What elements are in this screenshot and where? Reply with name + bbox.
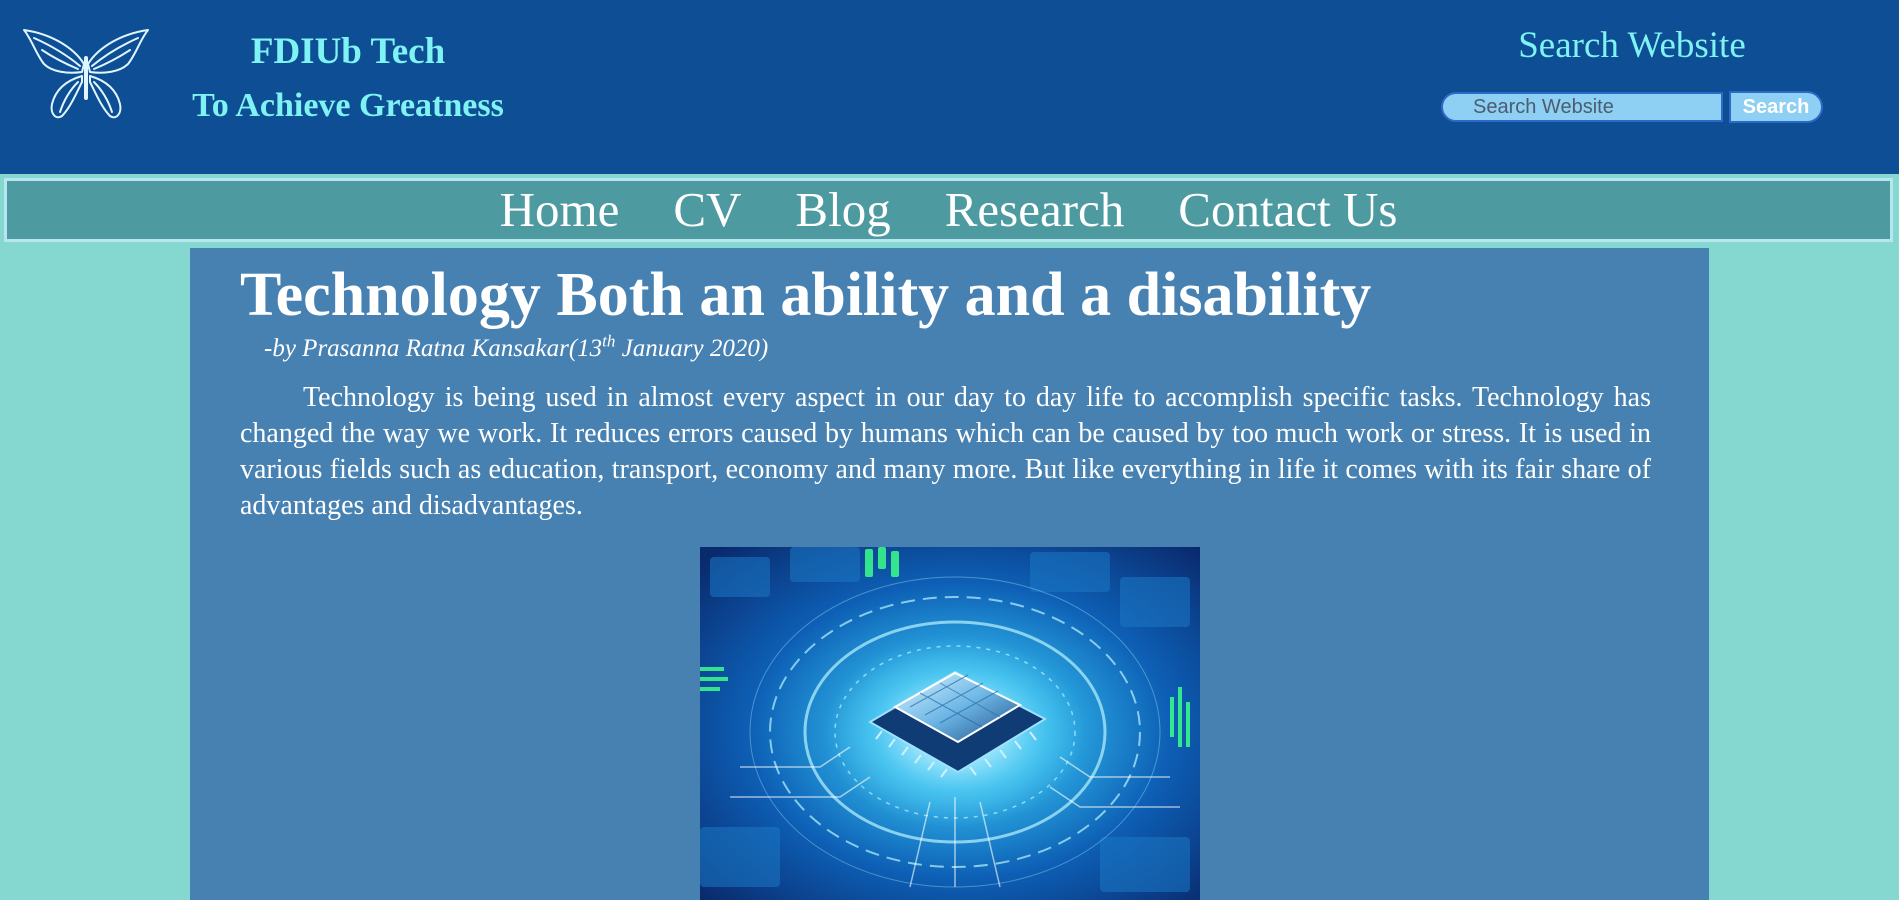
- search-button[interactable]: Search: [1729, 91, 1823, 123]
- nav-item-home[interactable]: Home: [500, 182, 620, 238]
- article-container: Technology Both an ability and a disabil…: [190, 248, 1709, 900]
- nav-item-cv[interactable]: CV: [673, 182, 741, 238]
- site-header: FDIUb Tech To Achieve Greatness Search W…: [0, 0, 1899, 174]
- butterfly-icon: [23, 29, 149, 119]
- search-heading: Search Website: [1518, 25, 1746, 66]
- main-nav: Home CV Blog Research Contact Us: [4, 178, 1893, 242]
- byline-superscript: th: [602, 331, 616, 351]
- article-byline: -by Prasanna Ratna Kansakar(13th January…: [264, 333, 768, 365]
- byline-prefix: -by Prasanna Ratna Kansakar(13: [264, 335, 603, 362]
- nav-item-research[interactable]: Research: [945, 182, 1125, 238]
- microchip-image: [700, 547, 1200, 900]
- article-body: Technology is being used in almost every…: [240, 382, 1651, 521]
- site-tagline: To Achieve Greatness: [192, 87, 504, 124]
- nav-item-blog[interactable]: Blog: [795, 182, 890, 238]
- byline-suffix: January 2020): [615, 335, 769, 362]
- site-title: FDIUb Tech: [250, 31, 446, 72]
- page: FDIUb Tech To Achieve Greatness Search W…: [0, 0, 1899, 900]
- search-input[interactable]: [1441, 92, 1723, 122]
- nav-item-contact-us[interactable]: Contact Us: [1178, 182, 1397, 238]
- article-title: Technology Both an ability and a disabil…: [240, 261, 1372, 329]
